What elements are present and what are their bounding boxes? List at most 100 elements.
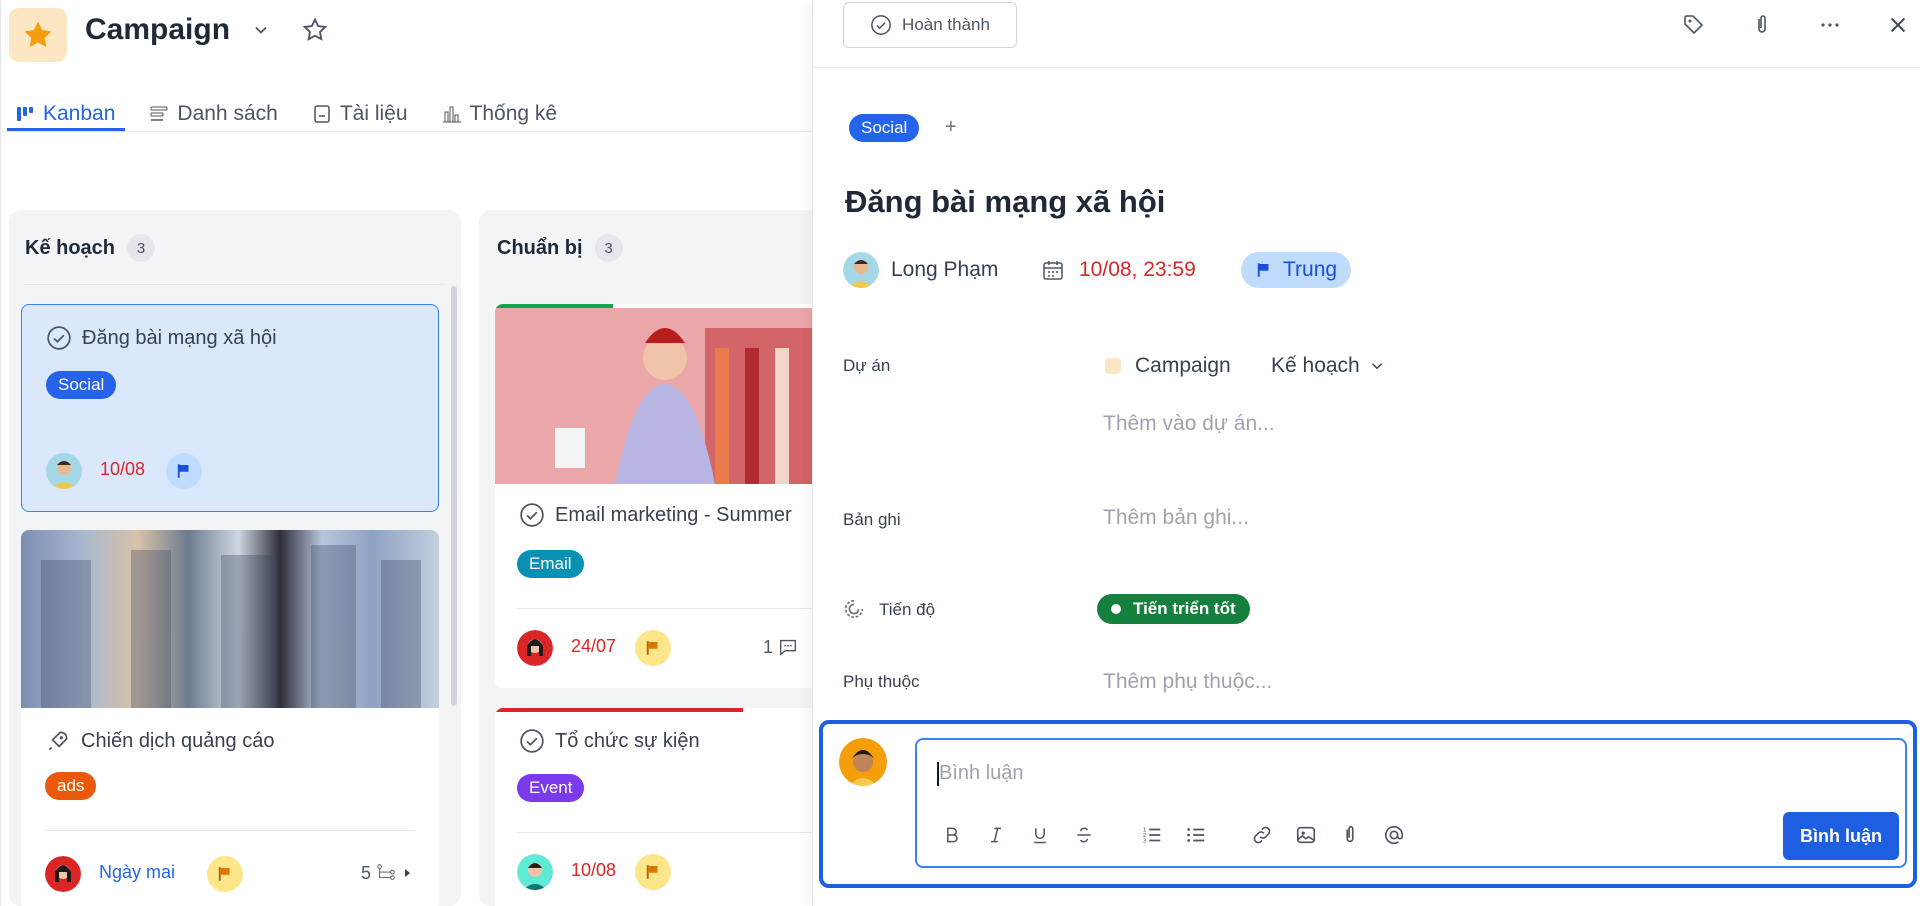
- kanban-column-prepare: Chuẩn bị 3 Email marketing - Summer Emai…: [479, 210, 813, 906]
- tab-label: Tài liệu: [339, 102, 408, 125]
- card-divider: [517, 832, 813, 833]
- mark-complete-button[interactable]: Hoàn thành: [843, 2, 1017, 48]
- comment-count-value: 1: [763, 636, 774, 657]
- comment-input[interactable]: Bình luận 123 Bình luận: [915, 738, 1907, 868]
- tab-statistics[interactable]: Thống kê: [436, 94, 564, 134]
- tab-label: Danh sách: [177, 102, 278, 125]
- task-card[interactable]: Chiến dịch quảng cáo ads Ngày mai 5: [21, 530, 439, 906]
- tab-documents[interactable]: Tài liệu: [306, 94, 414, 134]
- column-scrollbar[interactable]: [451, 286, 457, 706]
- avatar: [45, 856, 81, 892]
- check-circle-icon[interactable]: [519, 728, 545, 754]
- priority-badge[interactable]: Trung: [1241, 252, 1352, 288]
- tag-icon[interactable]: [1679, 10, 1709, 40]
- due-date[interactable]: 10/08, 23:59: [1079, 258, 1196, 282]
- card-divider: [517, 608, 813, 609]
- attachment-icon[interactable]: [1747, 10, 1777, 40]
- status-dot: [1111, 604, 1121, 614]
- project-title: Campaign: [85, 13, 231, 46]
- tab-list[interactable]: Danh sách: [143, 94, 283, 134]
- check-circle-icon[interactable]: [46, 325, 72, 351]
- progress-status-badge[interactable]: Tiến triển tốt: [1097, 594, 1250, 624]
- assignee-name[interactable]: Long Phạm: [891, 258, 998, 282]
- attachment-icon[interactable]: [1335, 820, 1365, 850]
- check-circle-icon[interactable]: [519, 502, 545, 528]
- column-header: Kế hoạch 3: [25, 234, 156, 262]
- task-card[interactable]: Tổ chức sự kiện Event 10/08: [495, 708, 813, 906]
- current-user-avatar: [839, 738, 887, 786]
- tabs-divider: [1, 131, 813, 132]
- due-date: 24/07: [571, 636, 617, 656]
- project-name[interactable]: Campaign: [1135, 354, 1231, 378]
- bullet-list-icon[interactable]: [1181, 820, 1211, 850]
- numbered-list-icon[interactable]: 123: [1137, 820, 1167, 850]
- avatar: [46, 453, 82, 489]
- priority-flag-icon[interactable]: [635, 854, 671, 890]
- column-header: Chuẩn bị 3: [497, 234, 623, 262]
- due-date: 10/08: [100, 459, 146, 479]
- check-circle-icon: [870, 14, 892, 36]
- comment-count[interactable]: 1: [763, 636, 799, 658]
- due-date: 10/08: [571, 860, 617, 880]
- kanban-icon: [15, 104, 35, 124]
- avatar: [517, 630, 553, 666]
- tag-social: Social: [46, 371, 117, 399]
- priority-flag-icon[interactable]: [207, 856, 243, 892]
- priority-flag-icon[interactable]: [166, 453, 202, 489]
- assignee-avatar: [843, 252, 879, 288]
- italic-icon[interactable]: [981, 820, 1011, 850]
- more-options-icon[interactable]: [1815, 10, 1845, 40]
- project-stage: Kế hoạch: [1271, 354, 1360, 377]
- avatar: [517, 854, 553, 890]
- card-title: Chiến dịch quảng cáo: [81, 729, 275, 752]
- calendar-icon: [1041, 258, 1065, 282]
- project-field-label: Dự án: [843, 356, 891, 375]
- chevron-down-icon: [1368, 357, 1386, 375]
- due-date: Ngày mai: [99, 862, 176, 882]
- submit-comment-button[interactable]: Bình luận: [1783, 812, 1899, 860]
- priority-flag-icon[interactable]: [635, 630, 671, 666]
- image-icon[interactable]: [1291, 820, 1321, 850]
- close-icon[interactable]: [1883, 10, 1913, 40]
- card-title: Tổ chức sự kiện: [555, 729, 700, 752]
- dependency-input[interactable]: Thêm phụ thuộc...: [1103, 670, 1272, 694]
- flag-icon: [1255, 261, 1273, 279]
- column-title: Kế hoạch: [25, 236, 116, 259]
- dependency-field-label: Phụ thuộc: [843, 672, 920, 691]
- task-title[interactable]: Đăng bài mạng xã hội: [845, 184, 1165, 220]
- comment-placeholder: Bình luận: [939, 762, 1024, 784]
- notes-input[interactable]: Thêm bản ghi...: [1103, 506, 1249, 530]
- strikethrough-icon[interactable]: [1069, 820, 1099, 850]
- tag-social[interactable]: Social: [849, 114, 920, 142]
- add-to-project[interactable]: Thêm vào dự án...: [1103, 412, 1275, 436]
- task-card[interactable]: Email marketing - Summer Email 24/07 1: [495, 304, 813, 688]
- tag-email: Email: [517, 550, 584, 578]
- column-count: 3: [127, 234, 156, 262]
- mark-complete-label: Hoàn thành: [902, 15, 990, 34]
- list-icon: [149, 104, 169, 124]
- notes-field-label: Bản ghi: [843, 510, 901, 529]
- tab-label: Kanban: [43, 102, 116, 125]
- link-icon[interactable]: [1247, 820, 1277, 850]
- tag-event: Event: [517, 774, 585, 802]
- add-tag-button[interactable]: +: [945, 116, 957, 139]
- bold-icon[interactable]: [937, 820, 967, 850]
- text-cursor: [937, 762, 939, 786]
- project-star-icon[interactable]: [9, 8, 67, 62]
- chevron-down-icon[interactable]: [251, 20, 271, 40]
- card-title-row: Tổ chức sự kiện: [519, 728, 700, 754]
- panel-header-divider: [813, 67, 1920, 68]
- project-stage-select[interactable]: Kế hoạch: [1271, 354, 1386, 378]
- subtask-count[interactable]: 5: [361, 862, 413, 884]
- column-count: 3: [594, 234, 623, 262]
- underline-icon[interactable]: [1025, 820, 1055, 850]
- mention-icon[interactable]: [1379, 820, 1409, 850]
- card-cover-image: [21, 530, 439, 708]
- comment-icon: [777, 636, 799, 658]
- favorite-star-icon[interactable]: [301, 16, 329, 44]
- progress-field-label: Tiến độ: [879, 600, 936, 619]
- card-title-row: Chiến dịch quảng cáo: [45, 728, 274, 754]
- card-cover-image: [495, 308, 813, 484]
- card-progress-bar: [495, 708, 743, 712]
- task-card[interactable]: Đăng bài mạng xã hội Social 10/08: [21, 304, 439, 512]
